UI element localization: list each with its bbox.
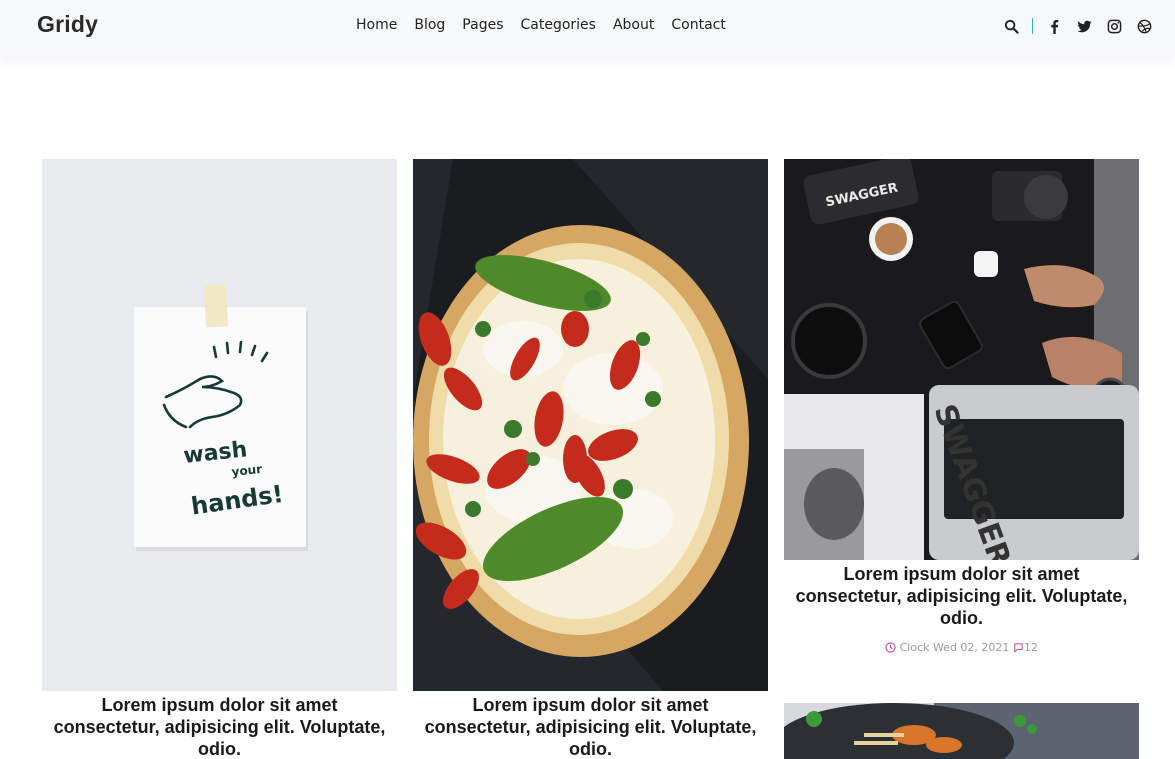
post-image[interactable] [784, 703, 1139, 759]
post-card: SWAGGER SWAGGER Lorem ipsum dolor sit am… [784, 159, 1139, 669]
post-image[interactable] [413, 159, 768, 691]
post-title[interactable]: Lorem ipsum dolor sit amet consectetur, … [42, 694, 397, 759]
nav-blog[interactable]: Blog [414, 16, 445, 34]
site-header: Gridy Home Blog Pages Categories About C… [0, 0, 1175, 57]
post-card: Lorem ipsum dolor sit amet consectetur, … [413, 159, 768, 759]
post-card [784, 703, 1139, 759]
nav-contact[interactable]: Contact [671, 16, 725, 34]
clock-icon [885, 642, 896, 656]
post-date: Clock Wed 02, 2021 [899, 641, 1010, 654]
comment-icon [1013, 642, 1024, 656]
instagram-icon[interactable] [1105, 17, 1123, 35]
dribbble-icon[interactable] [1135, 17, 1153, 35]
post-image[interactable]: wash your hands! [42, 159, 397, 691]
post-meta: Clock Wed 02, 2021 12 [784, 641, 1139, 656]
header-divider [1032, 18, 1033, 34]
search-icon[interactable] [1002, 17, 1020, 35]
nav-categories[interactable]: Categories [520, 16, 595, 34]
post-card: wash your hands! Lorem ipsum dolor sit a… [42, 159, 397, 759]
site-logo[interactable]: Gridy [37, 11, 98, 38]
post-title[interactable]: Lorem ipsum dolor sit amet consectetur, … [413, 694, 768, 759]
main-nav: Home Blog Pages Categories About Contact [356, 16, 726, 34]
nav-about[interactable]: About [613, 16, 654, 34]
comment-count[interactable]: 12 [1024, 641, 1038, 654]
facebook-icon[interactable] [1045, 17, 1063, 35]
post-image[interactable]: SWAGGER SWAGGER [784, 159, 1139, 560]
post-title[interactable]: Lorem ipsum dolor sit amet consectetur, … [784, 563, 1139, 629]
twitter-icon[interactable] [1075, 17, 1093, 35]
header-utilities [990, 17, 1153, 35]
nav-pages[interactable]: Pages [462, 16, 503, 34]
nav-home[interactable]: Home [356, 16, 397, 34]
